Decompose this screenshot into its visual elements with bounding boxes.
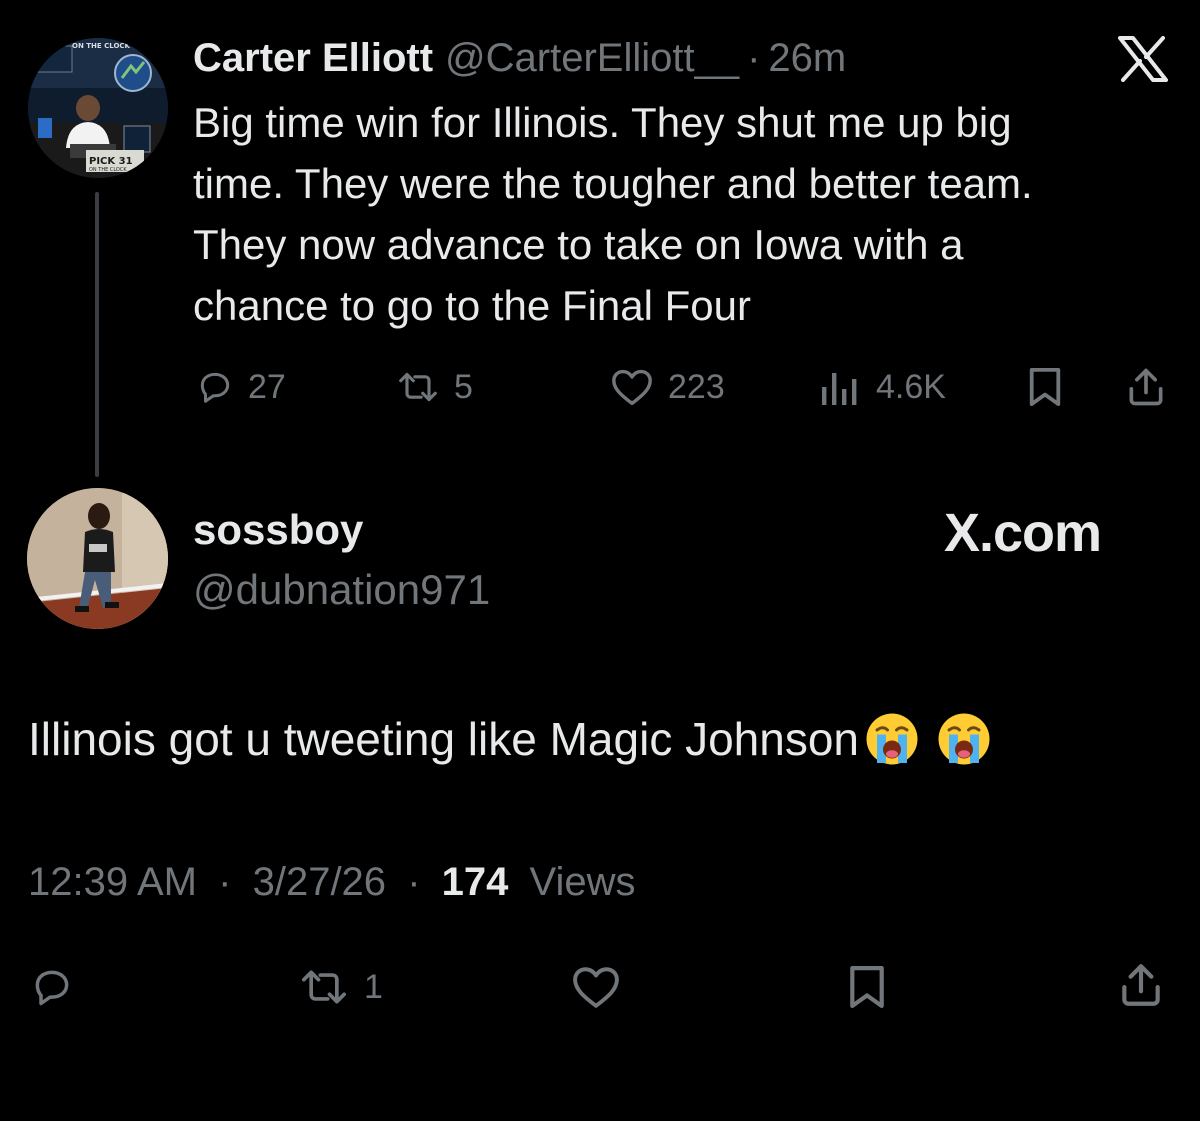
reply-button[interactable] xyxy=(30,962,74,1012)
views-count: 4.6K xyxy=(876,367,946,406)
bookmark-button[interactable] xyxy=(1026,362,1064,412)
reply-views-label[interactable]: Views xyxy=(530,860,636,904)
repost-count: 5 xyxy=(454,367,473,406)
avatar-pick-sub-text: ON THE CLOCK xyxy=(89,167,127,173)
reply-author-avatar[interactable] xyxy=(27,488,168,629)
avatar-overlay-text: ON THE CLOCK xyxy=(72,42,131,50)
share-icon xyxy=(1129,368,1163,406)
views-button[interactable]: 4.6K xyxy=(818,362,946,412)
x-logo-icon xyxy=(1118,36,1168,82)
like-count: 223 xyxy=(668,367,725,406)
parent-tweet-header: Carter Elliott @CarterElliott__ · 26m xyxy=(193,36,846,88)
reply-tweet-text: Illinois got u tweeting like Magic Johns… xyxy=(28,713,860,765)
repost-count: 1 xyxy=(364,967,383,1006)
heart-icon xyxy=(612,369,652,406)
like-button[interactable]: 223 xyxy=(610,362,725,412)
reply-tweet-text-row: Illinois got u tweeting like Magic Johns… xyxy=(28,712,991,766)
parent-author-name[interactable]: Carter Elliott xyxy=(193,36,433,81)
reply-views-count[interactable]: 174 xyxy=(442,860,509,904)
views-chart-icon xyxy=(822,373,857,405)
reply-meta-row: 12:39 AM · 3/27/26 · 174 Views xyxy=(28,860,636,905)
loudly-crying-face-emoji-icon xyxy=(938,713,990,765)
thread-connector-line xyxy=(95,192,99,477)
bookmark-icon xyxy=(850,966,884,1008)
reply-icon xyxy=(35,970,69,1006)
heart-icon xyxy=(573,967,619,1008)
reply-avatar-image xyxy=(27,488,168,629)
repost-button[interactable]: 5 xyxy=(396,362,473,412)
share-icon xyxy=(1122,964,1160,1006)
parent-author-handle[interactable]: @CarterElliott__ xyxy=(445,36,739,81)
reply-author-name[interactable]: sossboy xyxy=(193,506,363,554)
loudly-crying-face-emoji-icon xyxy=(866,713,918,765)
parent-tweet-time[interactable]: 26m xyxy=(768,36,846,81)
meta-separator: · xyxy=(218,860,232,904)
repost-button[interactable]: 1 xyxy=(298,962,383,1012)
parent-tweet-text: Big time win for Illinois. They shut me … xyxy=(193,99,1033,329)
repost-icon xyxy=(302,970,346,1004)
share-button[interactable] xyxy=(1116,960,1166,1010)
avatar-pick-text: PICK 31 xyxy=(89,156,133,167)
reply-time[interactable]: 12:39 AM xyxy=(28,860,197,904)
site-watermark: X.com xyxy=(944,503,1102,563)
bookmark-icon xyxy=(1029,368,1061,406)
reply-icon xyxy=(200,372,230,403)
reply-date[interactable]: 3/27/26 xyxy=(253,860,386,904)
share-button[interactable] xyxy=(1124,362,1168,412)
reply-author-handle[interactable]: @dubnation971 xyxy=(193,566,490,614)
bookmark-button[interactable] xyxy=(846,962,888,1012)
reply-button[interactable]: 27 xyxy=(196,362,286,412)
header-separator: · xyxy=(747,36,761,80)
like-button[interactable] xyxy=(570,962,622,1012)
repost-icon xyxy=(399,372,437,402)
parent-author-avatar[interactable]: ON THE CLOCK PICK 31 ON THE CLOCK xyxy=(28,38,168,178)
meta-separator: · xyxy=(407,860,421,904)
parent-avatar-image: ON THE CLOCK PICK 31 ON THE CLOCK xyxy=(28,38,168,178)
reply-count: 27 xyxy=(248,367,286,406)
